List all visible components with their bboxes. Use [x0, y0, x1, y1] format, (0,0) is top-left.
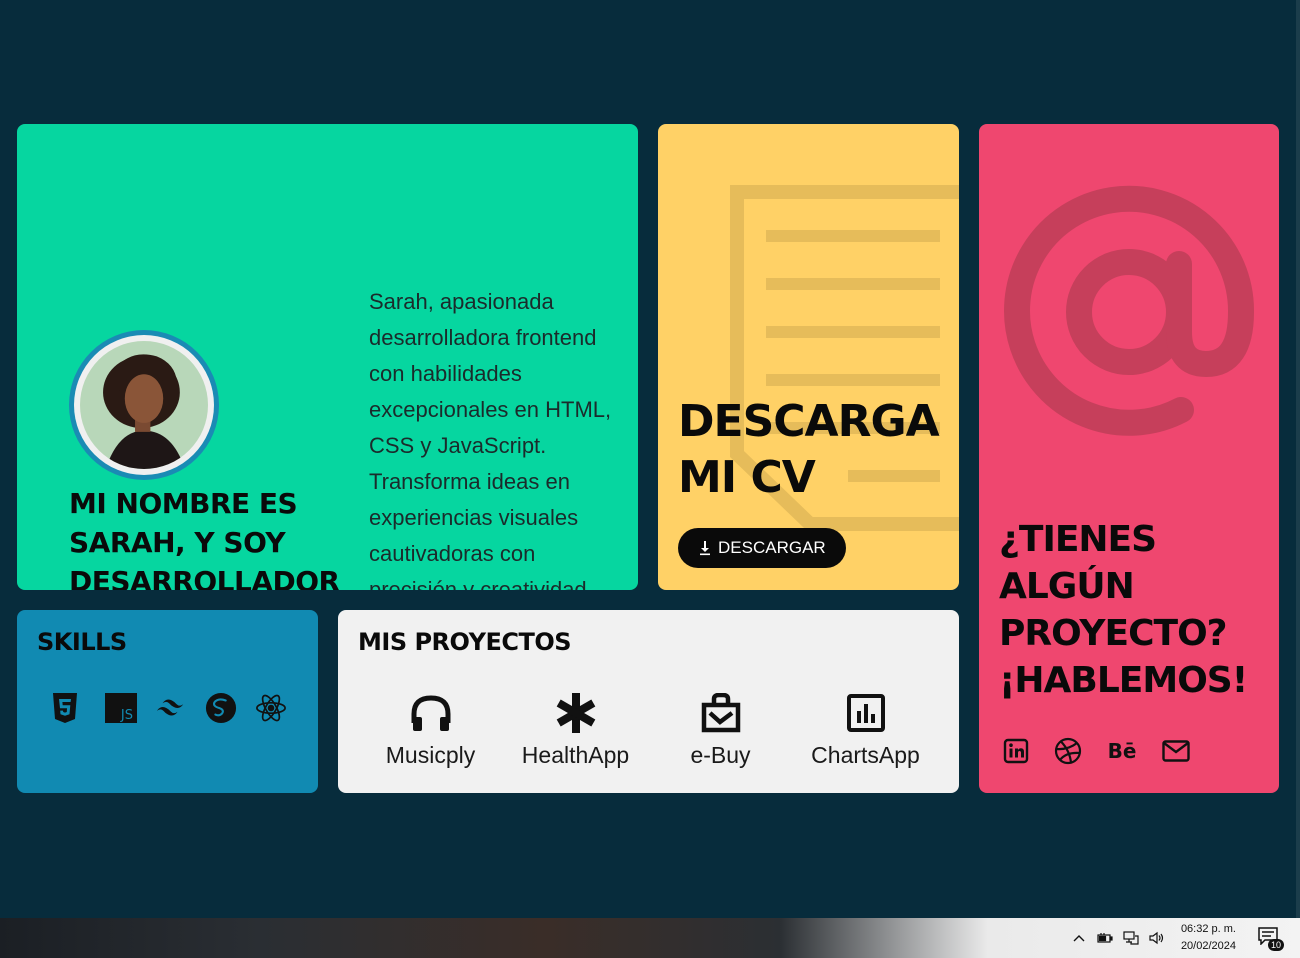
mail-icon[interactable]: [1161, 736, 1191, 766]
project-label: Musicply: [385, 742, 476, 768]
linkedin-icon[interactable]: [1001, 736, 1031, 766]
battery-icon[interactable]: [1097, 930, 1113, 946]
projects-list: Musicply HealthApp e-Buy ChartsApp: [338, 690, 959, 769]
download-cv-label: DESCARGAR: [718, 538, 826, 557]
contact-title: ¿TIENES ALGÚN PROYECTO? ¡HABLEMOS!: [999, 519, 1248, 701]
taskbar: 06:32 p. m. 20/02/2024 10: [0, 918, 1300, 958]
volume-icon[interactable]: [1149, 930, 1165, 946]
clock[interactable]: 06:32 p. m. 20/02/2024: [1181, 921, 1236, 955]
bar-chart-icon: [843, 690, 889, 736]
cv-title: DESCARGA MI CV: [678, 396, 940, 503]
notification-center-button[interactable]: 10: [1258, 927, 1284, 951]
notification-count: 10: [1267, 939, 1284, 951]
contact-card: ¿TIENES ALGÚN PROYECTO? ¡HABLEMOS! Bē: [979, 124, 1279, 793]
shopping-bag-icon: [698, 690, 744, 736]
hero-title: MI NOMBRE ES SARAH, Y SOY DESARROLLADOR …: [69, 487, 340, 590]
projects-card: MIS PROYECTOS Musicply HealthApp e-Buy C…: [338, 610, 959, 793]
social-links: Bē: [1001, 736, 1191, 766]
project-item-healthapp[interactable]: HealthApp: [521, 690, 630, 769]
javascript-icon: JS: [105, 692, 137, 724]
headphones-icon: [408, 690, 454, 736]
project-item-chartsapp[interactable]: ChartsApp: [811, 690, 920, 769]
clock-time: 06:32 p. m.: [1180, 923, 1236, 935]
avatar: [69, 330, 219, 480]
react-icon: [255, 692, 287, 724]
network-icon[interactable]: [1123, 930, 1139, 946]
skills-title: SKILLS: [37, 628, 127, 656]
clock-date: 20/02/2024: [1180, 940, 1236, 952]
document-icon: [730, 185, 959, 531]
svg-text:JS: JS: [120, 708, 133, 723]
chevron-up-icon[interactable]: [1071, 930, 1087, 946]
project-item-ebuy[interactable]: e-Buy: [628, 690, 813, 769]
hero-description: Sarah, apasionada desarrolladora fronten…: [369, 289, 612, 590]
project-label: ChartsApp: [811, 742, 920, 768]
project-label: HealthApp: [521, 742, 630, 768]
tailwind-icon: [155, 692, 187, 724]
project-item-musicply[interactable]: Musicply: [338, 690, 523, 769]
html5-icon: [49, 692, 81, 724]
sass-icon: [205, 692, 237, 724]
download-icon: [700, 541, 710, 556]
skills-list: JS: [49, 692, 287, 724]
download-cv-button[interactable]: DESCARGAR: [678, 528, 846, 568]
cv-card: DESCARGA MI CV DESCARGAR: [658, 124, 959, 590]
window-edge: [1296, 0, 1300, 918]
at-sign-icon: [1004, 185, 1255, 436]
project-label: e-Buy: [690, 742, 751, 768]
behance-icon[interactable]: Bē: [1105, 736, 1139, 766]
system-tray: 06:32 p. m. 20/02/2024 10: [1071, 918, 1300, 958]
asterisk-icon: [553, 690, 599, 736]
projects-title: MIS PROYECTOS: [358, 628, 572, 656]
skills-card: SKILLS JS: [17, 610, 318, 793]
dribbble-icon[interactable]: [1053, 736, 1083, 766]
avatar-photo-icon: [80, 341, 208, 469]
hero-card: MI NOMBRE ES SARAH, Y SOY DESARROLLADOR …: [17, 124, 638, 590]
